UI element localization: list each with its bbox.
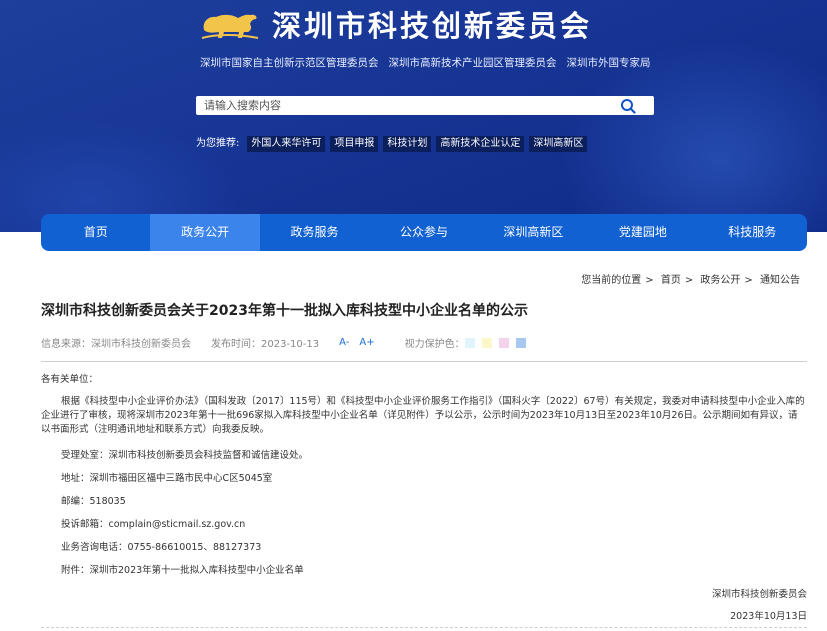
contact-address: 地址：深圳市福田区福中三路市民中心C区5045室 bbox=[61, 473, 273, 484]
search-bar bbox=[196, 96, 654, 115]
site-header: 深圳市科技创新委员会 深圳市国家自主创新示范区管理委员会 深圳市高新技术产业园区… bbox=[0, 0, 827, 232]
contact-dept: 受理处室：深圳市科技创新委员会科技监督和诚信建设处。 bbox=[61, 450, 309, 461]
footer-divider bbox=[41, 627, 807, 628]
recommend-tag[interactable]: 项目申报 bbox=[330, 136, 379, 152]
contact-email[interactable]: 投诉邮箱：complain@sticmail.sz.gov.cn bbox=[61, 518, 807, 532]
contact-phone: 业务咨询电话：0755-86610015、88127373 bbox=[61, 542, 262, 553]
breadcrumb-separator: > bbox=[645, 275, 654, 286]
affiliate-links: 深圳市国家自主创新示范区管理委员会 深圳市高新技术产业园区管理委员会 深圳市外国… bbox=[200, 56, 651, 70]
font-larger-button[interactable]: A+ bbox=[359, 337, 374, 348]
eye-color-swatch[interactable] bbox=[515, 337, 526, 348]
sign-date: 2023年10月13日 bbox=[730, 611, 807, 622]
eye-protection-label: 视力保护色： bbox=[404, 339, 465, 350]
salutation: 各有关单位： bbox=[41, 374, 99, 385]
breadcrumb: 您当前的位置 > 首页 > 政务公开 > 通知公告 bbox=[579, 271, 802, 286]
breadcrumb-prefix: 您当前的位置 bbox=[581, 275, 642, 286]
main-paragraph: 根据《科技型中小企业评价办法》（国科发政〔2017〕115号）和《科技型中小企业… bbox=[41, 396, 805, 435]
nav-item-gov-affairs-open[interactable]: 政务公开 bbox=[150, 214, 260, 251]
recommend-tag[interactable]: 高新技术企业认定 bbox=[436, 136, 525, 152]
nav-item-gov-services[interactable]: 政务服务 bbox=[260, 214, 369, 251]
main-nav: 首页 政务公开 政务服务 公众参与 深圳高新区 党建园地 科技服务 bbox=[41, 214, 807, 251]
search-input[interactable] bbox=[204, 97, 604, 114]
site-logo[interactable]: 深圳市科技创新委员会 bbox=[198, 6, 592, 46]
nav-item-tech-services[interactable]: 科技服务 bbox=[698, 214, 807, 251]
breadcrumb-separator: > bbox=[684, 275, 694, 286]
breadcrumb-notices[interactable]: 通知公告 bbox=[760, 275, 800, 286]
publish-date: 发布时间：2023-10-13 bbox=[211, 339, 320, 350]
article-meta: 信息来源：深圳市科技创新委员会 发布时间：2023-10-13 A- A+ 视力… bbox=[41, 335, 533, 350]
recommend-row: 为您推荐: 外国人来华许可 项目申报 科技计划 高新技术企业认定 深圳高新区 bbox=[196, 136, 588, 152]
eye-color-swatch[interactable] bbox=[464, 337, 475, 348]
font-smaller-button[interactable]: A- bbox=[339, 337, 349, 348]
article-body: 各有关单位： 根据《科技型中小企业评价办法》（国科发政〔2017〕115号）和《… bbox=[41, 373, 807, 624]
nav-item-party-building[interactable]: 党建园地 bbox=[588, 214, 697, 251]
breadcrumb-gov-affairs-open[interactable]: 政务公开 bbox=[700, 275, 740, 286]
affiliate-link[interactable]: 深圳市国家自主创新示范区管理委员会 bbox=[200, 56, 379, 70]
breadcrumb-separator: > bbox=[744, 275, 753, 286]
page-title: 深圳市科技创新委员会关于2023年第十一批拟入库科技型中小企业名单的公示 bbox=[41, 303, 528, 319]
recommend-label: 为您推荐: bbox=[196, 138, 240, 149]
nav-item-public-participation[interactable]: 公众参与 bbox=[369, 214, 478, 251]
title-divider bbox=[41, 361, 807, 362]
site-title: 深圳市科技创新委员会 bbox=[272, 9, 593, 43]
attachment-link[interactable]: 附件：深圳市2023年第十一批拟入库科技型中小企业名单 bbox=[61, 564, 807, 578]
recommend-tag[interactable]: 科技计划 bbox=[383, 136, 432, 152]
affiliate-link[interactable]: 深圳市外国专家局 bbox=[567, 56, 651, 70]
nav-item-hi-tech-zone[interactable]: 深圳高新区 bbox=[479, 214, 588, 251]
affiliate-link[interactable]: 深圳市高新技术产业园区管理委员会 bbox=[389, 56, 557, 70]
eye-color-swatch[interactable] bbox=[498, 337, 509, 348]
bull-logo-icon bbox=[201, 14, 259, 39]
eye-color-swatch[interactable] bbox=[481, 337, 492, 348]
recommend-tag[interactable]: 深圳高新区 bbox=[529, 136, 588, 152]
source-text: 信息来源：深圳市科技创新委员会 bbox=[41, 339, 191, 350]
contact-postcode: 邮编：518035 bbox=[61, 496, 126, 507]
recommend-tag[interactable]: 外国人来华许可 bbox=[247, 136, 326, 152]
search-icon[interactable] bbox=[620, 98, 636, 114]
breadcrumb-home[interactable]: 首页 bbox=[661, 275, 681, 286]
signature: 深圳市科技创新委员会 bbox=[711, 589, 807, 600]
nav-item-home[interactable]: 首页 bbox=[41, 214, 150, 251]
